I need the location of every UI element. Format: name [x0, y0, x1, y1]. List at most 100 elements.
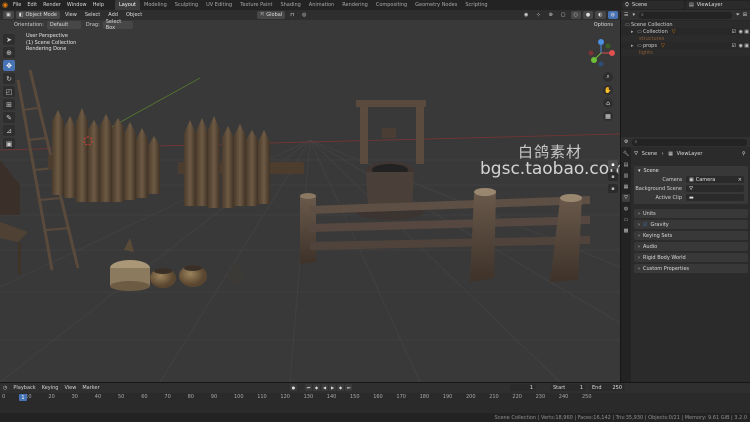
transform-orientation[interactable]: ⤧ Global: [257, 11, 286, 19]
properties-search[interactable]: ⌕: [632, 138, 747, 146]
prev-key-button[interactable]: ◆: [313, 384, 320, 391]
tab-geometry-nodes[interactable]: Geometry Nodes: [411, 0, 461, 10]
snap-toggle[interactable]: ⊓: [287, 11, 297, 19]
viewport-scene[interactable]: [0, 10, 620, 382]
pin-icon[interactable]: ⚲: [742, 151, 746, 157]
transform-tool[interactable]: ⊞: [3, 99, 15, 110]
next-key-button[interactable]: ◆: [337, 384, 344, 391]
menu-file[interactable]: File: [10, 0, 24, 10]
mode-selector[interactable]: ◧ Object Mode: [15, 11, 60, 19]
playhead[interactable]: 1: [19, 394, 27, 401]
view-layer-selector[interactable]: ▤ ViewLayer: [686, 1, 750, 9]
menu-object[interactable]: Object: [123, 11, 145, 19]
editor-type-button[interactable]: ▣: [3, 11, 14, 19]
play-reverse-button[interactable]: ◀: [321, 384, 328, 391]
filter-icon[interactable]: ⏷: [736, 12, 740, 18]
tool-tab[interactable]: 🔧︎: [622, 150, 630, 158]
gravity-checkbox[interactable]: ☑: [643, 222, 647, 228]
jump-start-button[interactable]: ⏮: [305, 384, 312, 391]
outliner-search[interactable]: ⌕: [639, 11, 732, 19]
camera-view-button[interactable]: ⌂: [603, 98, 613, 108]
gravity-panel[interactable]: › ☑ Gravity: [634, 220, 748, 229]
audio-panel[interactable]: › Audio: [634, 242, 748, 251]
overlay-toggle[interactable]: ⊚: [546, 11, 556, 19]
outliner-row-props[interactable]: ▸ ▭ props ▽ ☑ ◉ ▣: [621, 42, 750, 49]
play-button[interactable]: ▶: [329, 384, 336, 391]
cursor-tool[interactable]: ⊕: [3, 47, 15, 58]
render-camera-icon[interactable]: ▣: [744, 29, 749, 35]
menu-help[interactable]: Help: [90, 0, 107, 10]
active-clip-field[interactable]: ▬: [686, 194, 744, 201]
sidebar-tab-view[interactable]: ▪: [608, 184, 618, 193]
visibility-dropdown[interactable]: ◉: [521, 11, 531, 19]
outliner-row-lights[interactable]: lights: [621, 49, 750, 56]
new-collection-icon[interactable]: ⊞: [743, 12, 747, 18]
current-frame-field[interactable]: 1: [510, 384, 536, 391]
shading-wireframe[interactable]: ○: [570, 11, 581, 19]
tab-layout[interactable]: Layout: [115, 0, 140, 10]
menu-marker[interactable]: Marker: [79, 385, 102, 391]
display-mode-icon[interactable]: ▾: [632, 12, 635, 18]
world-tab[interactable]: ◍: [622, 205, 630, 213]
exclude-checkbox[interactable]: ☑: [732, 29, 736, 35]
record-button[interactable]: ●: [290, 384, 297, 391]
shading-material[interactable]: ◐: [595, 11, 606, 19]
ortho-toggle-button[interactable]: ▦: [603, 111, 613, 121]
shading-solid[interactable]: ●: [582, 11, 594, 19]
menu-view[interactable]: View: [62, 11, 80, 19]
outliner-row-structures[interactable]: structures: [621, 35, 750, 42]
tab-scripting[interactable]: Scripting: [461, 0, 491, 10]
tab-modeling[interactable]: Modeling: [140, 0, 171, 10]
menu-window[interactable]: Window: [64, 0, 90, 10]
annotate-tool[interactable]: ✎: [3, 112, 15, 123]
render-tab[interactable]: ▤: [622, 161, 630, 169]
start-frame-field[interactable]: Start 1: [550, 384, 586, 391]
properties-editor-icon[interactable]: ⚙: [624, 139, 628, 145]
tab-rendering[interactable]: Rendering: [338, 0, 372, 10]
tab-sculpting[interactable]: Sculpting: [171, 0, 202, 10]
outliner-row-collection[interactable]: ▸ ▭ Collection ▽ ☑ ◉ ▣: [621, 28, 750, 35]
end-frame-field[interactable]: End 250: [589, 384, 625, 391]
jump-end-button[interactable]: ⏭: [345, 384, 352, 391]
sidebar-tab-tool[interactable]: ▪: [608, 172, 618, 181]
exclude-checkbox[interactable]: ☑: [732, 43, 736, 49]
menu-render[interactable]: Render: [40, 0, 64, 10]
tab-uv-editing[interactable]: UV Editing: [202, 0, 236, 10]
orientation-dropdown[interactable]: Default: [46, 21, 81, 29]
tab-shading[interactable]: Shading: [276, 0, 304, 10]
measure-tool[interactable]: ⊿: [3, 125, 15, 136]
keying-sets-panel[interactable]: › Keying Sets: [634, 231, 748, 240]
add-cube-tool[interactable]: ▣: [3, 138, 15, 149]
scene-selector[interactable]: ⛭ Scene: [622, 1, 684, 9]
blender-logo-icon[interactable]: ◉: [0, 0, 10, 10]
outliner-editor-icon[interactable]: ☰: [624, 12, 628, 18]
pan-button[interactable]: ✋: [603, 85, 613, 95]
menu-keying[interactable]: Keying: [39, 385, 62, 391]
timeline-editor-icon[interactable]: ◷: [3, 385, 7, 391]
render-camera-icon[interactable]: ▣: [744, 43, 749, 49]
menu-playback[interactable]: Playback: [10, 385, 38, 391]
gizmo-toggle[interactable]: ⊹: [533, 11, 543, 19]
hide-eye-icon[interactable]: ◉: [739, 43, 743, 49]
3d-viewport[interactable]: ▣ ◧ Object Mode View Select Add Object ⤧…: [0, 10, 620, 382]
tab-compositing[interactable]: Compositing: [372, 0, 411, 10]
menu-select[interactable]: Select: [82, 11, 103, 19]
select-tool[interactable]: ➤: [3, 34, 15, 45]
scene-tab[interactable]: ⛛: [622, 194, 630, 202]
menu-add[interactable]: Add: [105, 11, 121, 19]
outliner-row-scene-collection[interactable]: ▭ Scene Collection: [621, 21, 750, 28]
menu-timeline-view[interactable]: View: [61, 385, 79, 391]
background-scene-field[interactable]: ⛛: [686, 185, 744, 192]
hide-eye-icon[interactable]: ◉: [739, 29, 743, 35]
frame-ruler[interactable]: 0 10 20 30 40 50 60 70 80 90 100 110 120 130 140 150 160…: [0, 394, 750, 401]
collection-tab[interactable]: ▭: [622, 216, 630, 224]
sidebar-tab-item[interactable]: ▪: [608, 160, 618, 169]
clear-icon[interactable]: ×: [738, 177, 744, 183]
rotate-tool[interactable]: ↻: [3, 73, 15, 84]
xray-toggle[interactable]: ▢: [558, 11, 569, 19]
view-layer-tab[interactable]: ▦: [622, 183, 630, 191]
tab-texture-paint[interactable]: Texture Paint: [236, 0, 276, 10]
custom-properties-panel[interactable]: › Custom Properties: [634, 264, 748, 273]
rigid-body-world-panel[interactable]: › Rigid Body World: [634, 253, 748, 262]
units-panel[interactable]: › Units: [634, 209, 748, 218]
